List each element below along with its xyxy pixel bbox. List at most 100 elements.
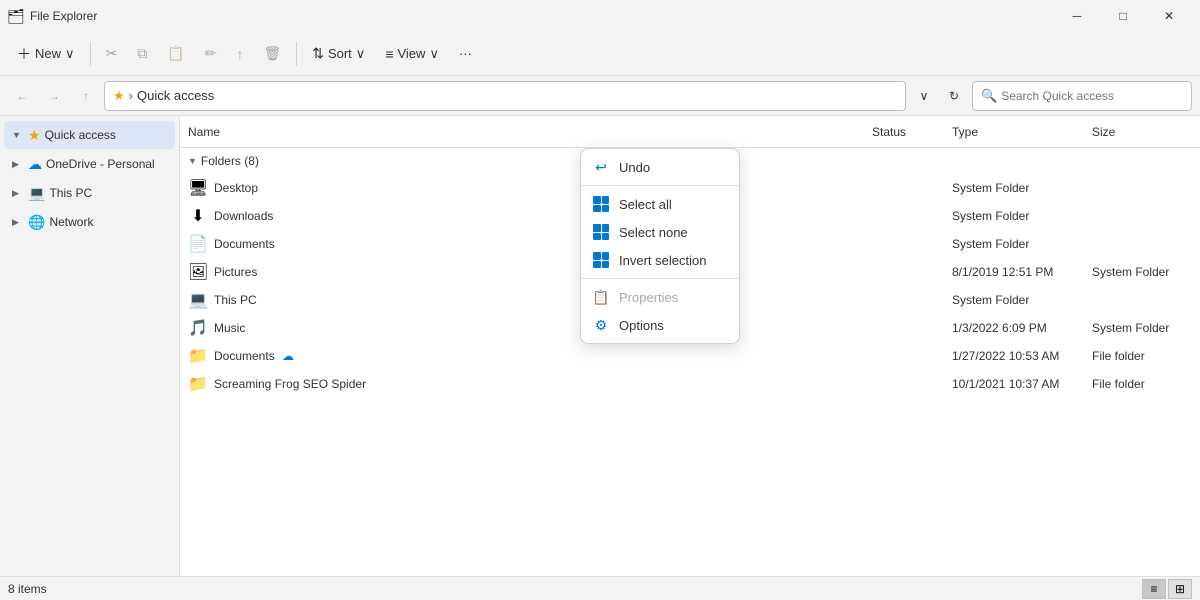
- section-label: Folders (8): [201, 154, 259, 168]
- search-box[interactable]: 🔍: [972, 81, 1192, 111]
- menu-label-options: Options: [619, 318, 664, 333]
- delete-button: 🗑: [254, 37, 290, 71]
- menu-item-options[interactable]: ⚙ Options: [581, 311, 739, 339]
- file-date-music: 1/3/2022 6:09 PM: [952, 321, 1092, 335]
- screaming-frog-icon: 📁: [188, 374, 208, 394]
- file-type-documents-sys: System Folder: [952, 237, 1092, 251]
- pictures-icon: 🖼: [188, 262, 208, 282]
- delete-icon: 🗑: [263, 45, 281, 62]
- title-bar: 🗂 File Explorer ─ □ ✕: [0, 0, 1200, 32]
- share-button: ↑: [227, 37, 252, 71]
- desktop-icon: 🖥: [188, 178, 208, 198]
- sort-icon: ⇅: [312, 45, 324, 62]
- file-type-pictures: System Folder: [1092, 265, 1192, 279]
- this-pc-icon: 💻: [28, 185, 45, 202]
- more-button[interactable]: ···: [450, 37, 481, 71]
- copy-icon: ⧉: [137, 45, 147, 62]
- music-icon: 🎵: [188, 318, 208, 338]
- menu-label-select-none: Select none: [619, 225, 688, 240]
- expand-arrow-onedrive: ▶: [12, 159, 24, 170]
- address-bar: ← → ↑ ★ › Quick access ∨ ↻ 🔍: [0, 76, 1200, 116]
- main-area: ▼ ★ Quick access ▶ ☁ OneDrive - Personal…: [0, 116, 1200, 576]
- file-row-documents-folder[interactable]: 📁 Documents ☁ 1/27/2022 10:53 AM File fo…: [180, 342, 1200, 370]
- menu-item-invert-selection[interactable]: Invert selection: [581, 246, 739, 274]
- menu-item-select-all[interactable]: Select all: [581, 190, 739, 218]
- toolbar: ＋ New ∨ ✂ ⧉ 📋 ✏ ↑ 🗑 ⇅ Sort ∨ ≡ View ∨ ··…: [0, 32, 1200, 76]
- column-headers: Name Status Type Size: [180, 116, 1200, 148]
- new-icon: ＋: [17, 44, 31, 64]
- menu-separator-2: [581, 278, 739, 279]
- separator-1: [90, 42, 91, 66]
- separator-2: [296, 42, 297, 66]
- grid-view-button[interactable]: ⊞: [1168, 579, 1192, 599]
- quick-access-icon: ★: [28, 127, 41, 144]
- file-type-screaming-frog: File folder: [1092, 377, 1192, 391]
- list-view-button[interactable]: ≡: [1142, 579, 1166, 599]
- expand-arrow-network: ▶: [12, 217, 24, 228]
- file-name-pictures: Pictures: [214, 265, 872, 279]
- status-bar: 8 items ≡ ⊞: [0, 576, 1200, 600]
- documents-folder-icon: 📁: [188, 346, 208, 366]
- file-name-downloads: Downloads: [214, 209, 872, 223]
- col-type-header[interactable]: Type: [952, 125, 1092, 139]
- refresh-button[interactable]: ↻: [940, 82, 968, 110]
- search-icon: 🔍: [981, 88, 997, 104]
- minimize-button[interactable]: ─: [1054, 0, 1100, 32]
- context-menu: ↩ Undo Select all Select none: [580, 148, 740, 344]
- file-type-downloads: System Folder: [952, 209, 1092, 223]
- app-icon: 🗂: [8, 8, 24, 24]
- content-area: Name Status Type Size ▼ Folders (8) 🖥 De…: [180, 116, 1200, 576]
- sidebar-item-this-pc[interactable]: ▶ 💻 This PC: [4, 179, 175, 207]
- expand-arrow-this-pc: ▶: [12, 188, 24, 199]
- documents-sys-icon: 📄: [188, 234, 208, 254]
- options-icon: ⚙: [593, 317, 609, 333]
- view-button[interactable]: ≡ View ∨: [376, 37, 448, 71]
- forward-button: →: [40, 82, 68, 110]
- sidebar-item-network[interactable]: ▶ 🌐 Network: [4, 208, 175, 236]
- search-input[interactable]: [1001, 89, 1183, 103]
- section-arrow: ▼: [188, 156, 197, 166]
- window-controls: ─ □ ✕: [1054, 0, 1192, 32]
- dropdown-button[interactable]: ∨: [910, 82, 938, 110]
- menu-item-select-none[interactable]: Select none: [581, 218, 739, 246]
- sidebar-item-label-quick-access: Quick access: [45, 128, 116, 142]
- menu-label-invert-selection: Invert selection: [619, 253, 706, 268]
- sidebar-item-label-this-pc: This PC: [49, 186, 92, 200]
- col-size-header[interactable]: Size: [1092, 125, 1192, 139]
- file-date-pictures: 8/1/2019 12:51 PM: [952, 265, 1092, 279]
- file-type-documents-folder: File folder: [1092, 349, 1192, 363]
- menu-item-properties: 📋 Properties: [581, 283, 739, 311]
- col-status-header[interactable]: Status: [872, 125, 952, 139]
- sidebar-item-quick-access[interactable]: ▼ ★ Quick access: [4, 121, 175, 149]
- file-row-screaming-frog[interactable]: 📁 Screaming Frog SEO Spider 10/1/2021 10…: [180, 370, 1200, 398]
- rename-icon: ✏: [205, 45, 217, 62]
- close-button[interactable]: ✕: [1146, 0, 1192, 32]
- cut-button: ✂: [97, 37, 127, 71]
- file-type-this-pc: System Folder: [952, 293, 1092, 307]
- maximize-button[interactable]: □: [1100, 0, 1146, 32]
- address-controls: ∨ ↻: [910, 82, 968, 110]
- undo-icon: ↩: [593, 159, 609, 175]
- invert-selection-icon: [593, 252, 609, 268]
- expand-arrow-quick-access: ▼: [12, 130, 24, 140]
- path-separator: ›: [129, 88, 133, 103]
- sidebar-item-label-network: Network: [49, 215, 93, 229]
- properties-icon: 📋: [593, 289, 609, 305]
- menu-label-properties: Properties: [619, 290, 678, 305]
- sort-button[interactable]: ⇅ Sort ∨: [303, 37, 374, 71]
- address-path[interactable]: ★ › Quick access: [104, 81, 906, 111]
- file-name-documents-folder: Documents ☁: [214, 349, 872, 363]
- share-icon: ↑: [236, 46, 243, 62]
- file-date-documents-folder: 1/27/2022 10:53 AM: [952, 349, 1092, 363]
- cut-icon: ✂: [106, 45, 118, 62]
- file-date-screaming-frog: 10/1/2021 10:37 AM: [952, 377, 1092, 391]
- up-button: ↑: [72, 82, 100, 110]
- sidebar-item-label-onedrive: OneDrive - Personal: [46, 157, 155, 171]
- onedrive-icon: ☁: [28, 156, 42, 173]
- cloud-sync-icon: ☁: [282, 349, 294, 363]
- menu-separator-1: [581, 185, 739, 186]
- col-name-header[interactable]: Name: [188, 125, 872, 139]
- sidebar-item-onedrive[interactable]: ▶ ☁ OneDrive - Personal: [4, 150, 175, 178]
- new-button[interactable]: ＋ New ∨: [8, 37, 84, 71]
- menu-item-undo[interactable]: ↩ Undo: [581, 153, 739, 181]
